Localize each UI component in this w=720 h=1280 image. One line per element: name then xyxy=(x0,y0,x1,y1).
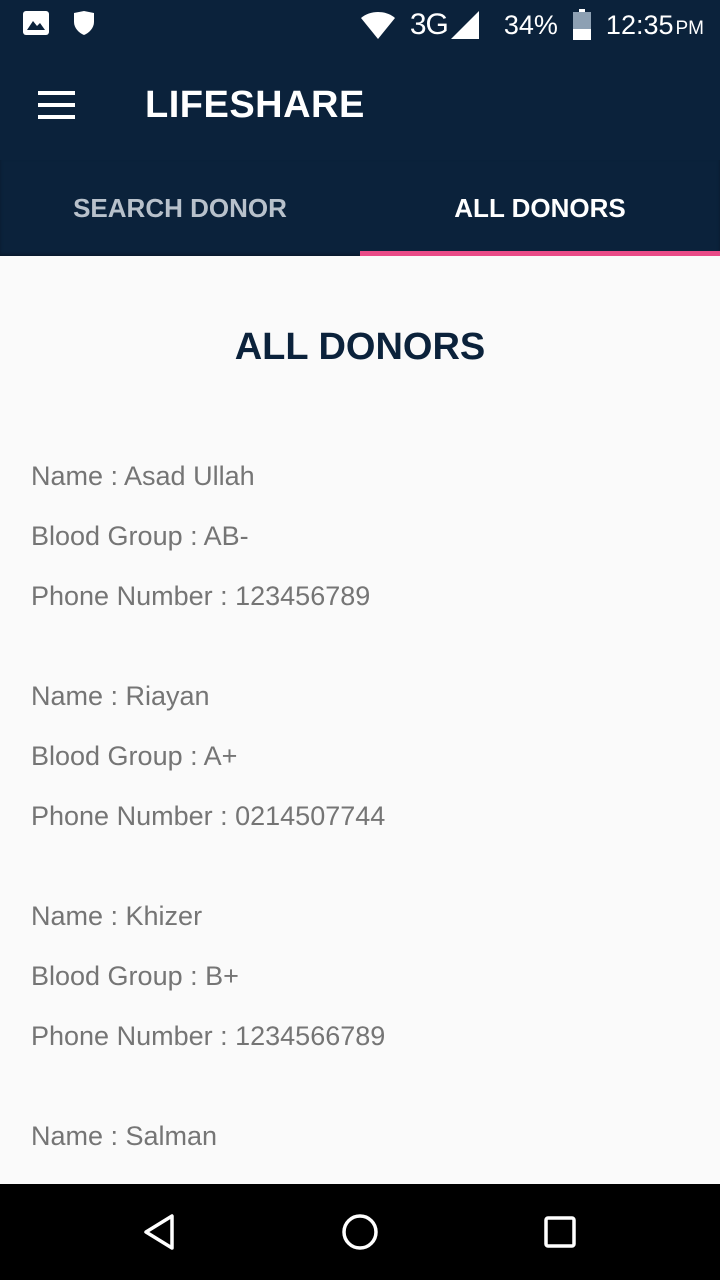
clock-suffix: PM xyxy=(675,17,705,39)
tab-all-donors[interactable]: ALL DONORS xyxy=(360,160,720,256)
app-title: LIFESHARE xyxy=(145,84,365,126)
home-icon[interactable] xyxy=(336,1208,384,1256)
battery-percent: 34% xyxy=(503,9,558,40)
status-bar: 3G 34% 12:35 PM xyxy=(0,0,720,50)
donor-phone: Phone Number : 123456789 xyxy=(31,581,371,611)
donor-name: Name : Khizer xyxy=(31,901,203,931)
donor-list[interactable]: Name : Asad Ullah Blood Group : AB- Phon… xyxy=(31,456,691,1184)
page-heading: ALL DONORS xyxy=(234,326,486,368)
donor-name: Name : Asad Ullah xyxy=(31,461,255,491)
system-nav-bar xyxy=(0,1184,720,1280)
battery-icon xyxy=(572,9,592,41)
image-icon xyxy=(22,10,50,36)
donor-phone: Phone Number : 1234566789 xyxy=(31,1021,386,1051)
recents-icon[interactable] xyxy=(536,1208,584,1256)
donor-name: Name : Salman xyxy=(31,1121,218,1151)
hamburger-menu-icon[interactable] xyxy=(22,77,78,133)
network-type: 3G xyxy=(409,8,449,41)
wifi-icon xyxy=(360,10,396,40)
signal-icon xyxy=(450,10,480,40)
donor-blood-group: Blood Group : AB- xyxy=(31,521,249,551)
list-item: Name : Asad Ullah Blood Group : AB- Phon… xyxy=(31,456,691,676)
list-item: Name : Khizer Blood Group : B+ Phone Num… xyxy=(31,896,691,1116)
back-icon[interactable] xyxy=(136,1208,184,1256)
donor-name: Name : Riayan xyxy=(31,681,210,711)
clock-time: 12:35 xyxy=(605,9,674,40)
clock: 12:35 PM xyxy=(606,10,704,41)
donor-blood-group: Blood Group : A+ xyxy=(31,741,238,771)
donor-phone: Phone Number : 0214507744 xyxy=(31,801,386,831)
app-bar: LIFESHARE xyxy=(0,50,720,160)
list-item: Name : Salman xyxy=(31,1116,691,1184)
main-content[interactable]: ALL DONORS Name : Asad Ullah Blood Group… xyxy=(0,256,720,1184)
tab-search-donor[interactable]: SEARCH DONOR xyxy=(0,160,360,256)
tab-bar: SEARCH DONOR ALL DONORS xyxy=(0,160,720,256)
tab-label: ALL DONORS xyxy=(454,192,626,223)
tab-label: SEARCH DONOR xyxy=(73,192,287,223)
donor-blood-group: Blood Group : B+ xyxy=(31,961,239,991)
shield-icon xyxy=(72,10,96,36)
list-item: Name : Riayan Blood Group : A+ Phone Num… xyxy=(31,676,691,896)
